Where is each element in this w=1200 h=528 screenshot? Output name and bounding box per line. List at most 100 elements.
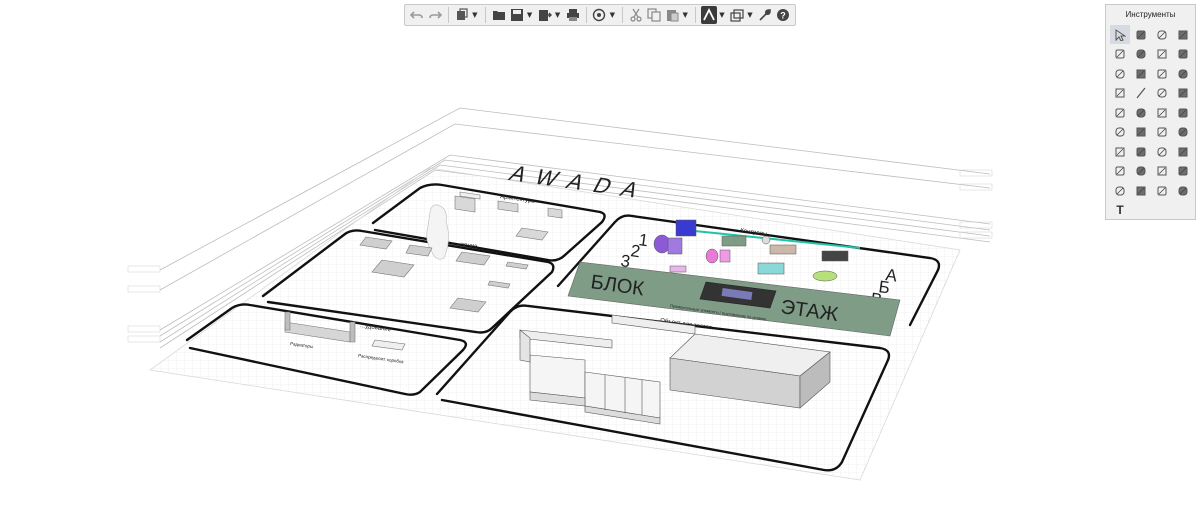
tool-move[interactable]: [1173, 123, 1193, 142]
tool-mirror[interactable]: [1173, 162, 1193, 181]
stair-icon: [1115, 108, 1125, 117]
arc-icon: [1157, 186, 1167, 195]
orbit-button[interactable]: [591, 6, 607, 24]
panel-icon: [1136, 108, 1146, 117]
tool-component[interactable]: [1152, 103, 1172, 122]
eraser-icon: [1115, 69, 1125, 78]
layers-button[interactable]: [729, 6, 745, 24]
views-icon: [456, 8, 468, 20]
camera-icon: [1157, 166, 1167, 176]
paste-dropdown[interactable]: ▼: [681, 6, 689, 24]
tool-window[interactable]: [1173, 64, 1193, 83]
tool-column[interactable]: [1173, 25, 1193, 44]
window-icon: [1178, 69, 1188, 78]
tool-roof[interactable]: [1152, 45, 1172, 64]
views-button[interactable]: [454, 6, 470, 24]
tool-select-arrow[interactable]: [1110, 25, 1130, 44]
grid-icon: [1136, 127, 1146, 137]
settings-button[interactable]: [757, 6, 773, 24]
tool-door[interactable]: [1152, 64, 1172, 83]
door-icon: [1157, 69, 1167, 78]
tool-eraser[interactable]: [1110, 64, 1130, 83]
tool-arc[interactable]: [1152, 181, 1172, 200]
logo-dropdown[interactable]: ▼: [718, 6, 726, 24]
railing-icon: [1115, 88, 1125, 98]
tool-calculator[interactable]: [1110, 162, 1130, 181]
tool-stair[interactable]: [1110, 103, 1130, 122]
help-button[interactable]: ?: [775, 6, 791, 24]
tool-box[interactable]: [1152, 25, 1172, 44]
toolbar-separator: [695, 7, 697, 23]
cut-button[interactable]: [628, 6, 644, 24]
tool-copy-shape[interactable]: [1173, 142, 1193, 161]
paste-icon: [667, 10, 679, 22]
folder-icon: [492, 11, 505, 20]
export-button[interactable]: [537, 6, 553, 24]
select-arrow-icon: [1115, 28, 1126, 41]
group-icon: [1178, 186, 1188, 195]
save-button[interactable]: [509, 6, 525, 24]
toolbar-separator: [622, 7, 624, 23]
tool-pipe[interactable]: [1173, 103, 1193, 122]
tape-icon: [1178, 88, 1188, 98]
tool-image[interactable]: [1110, 181, 1130, 200]
column-icon: [1178, 30, 1188, 39]
scale-icon: [1157, 147, 1167, 156]
scissors-icon: [630, 8, 642, 22]
logo-button[interactable]: [701, 6, 717, 24]
text-tool-icon: T: [1116, 203, 1124, 217]
toolbar-separator: [447, 7, 449, 23]
tool-gear-shape[interactable]: [1131, 162, 1151, 181]
tool-camera[interactable]: [1152, 162, 1172, 181]
layers-icon: [730, 9, 744, 22]
gear-shape-icon: [1136, 166, 1146, 176]
tool-shape[interactable]: [1131, 142, 1151, 161]
save-dropdown[interactable]: ▼: [526, 6, 534, 24]
dimension-icon: [1136, 186, 1146, 195]
tool-panel[interactable]: [1131, 103, 1151, 122]
copy-icon: [647, 8, 661, 22]
pencil-icon: [1178, 49, 1188, 59]
print-button[interactable]: [565, 6, 581, 24]
tool-grid[interactable]: [1131, 123, 1151, 142]
palette-grid: T: [1110, 25, 1193, 220]
toolbar-separator: [484, 7, 486, 23]
tool-hatch[interactable]: [1131, 64, 1151, 83]
copy-button[interactable]: [646, 6, 662, 24]
tool-railing[interactable]: [1110, 84, 1130, 103]
tool-section[interactable]: [1110, 123, 1130, 142]
tool-slab[interactable]: [1131, 45, 1151, 64]
model-viewport[interactable]: AWADA Архитектура ...жение ...удование К…: [0, 0, 1200, 528]
app-logo-icon: [703, 8, 715, 21]
tool-pencil[interactable]: [1173, 45, 1193, 64]
print-icon: [566, 9, 579, 21]
tool-group[interactable]: [1173, 181, 1193, 200]
tool-figure[interactable]: [1152, 84, 1172, 103]
tool-text[interactable]: T: [1110, 201, 1130, 220]
duplicate-icon: [1115, 147, 1125, 156]
tool-orbit-paint[interactable]: [1131, 25, 1151, 44]
component-icon: [1157, 108, 1167, 117]
open-button[interactable]: [491, 6, 507, 24]
shape-icon: [1136, 147, 1146, 156]
orbit-dropdown[interactable]: ▼: [608, 6, 616, 24]
save-icon: [510, 9, 523, 21]
wall-icon: [1115, 49, 1125, 59]
tool-scale[interactable]: [1152, 142, 1172, 161]
svg-text:?: ?: [780, 11, 786, 21]
tool-rotate[interactable]: [1152, 123, 1172, 142]
undo-button[interactable]: [409, 6, 425, 24]
paste-button[interactable]: [664, 6, 680, 24]
tool-wall[interactable]: [1110, 45, 1130, 64]
tool-dimension[interactable]: [1131, 181, 1151, 200]
calculator-icon: [1115, 166, 1125, 176]
slab-icon: [1136, 49, 1146, 59]
tool-tape[interactable]: [1173, 84, 1193, 103]
tool-line[interactable]: [1131, 84, 1151, 103]
rotate-icon: [1157, 127, 1167, 137]
redo-button[interactable]: [427, 6, 443, 24]
views-dropdown[interactable]: ▼: [471, 6, 479, 24]
tool-duplicate[interactable]: [1110, 142, 1130, 161]
layers-dropdown[interactable]: ▼: [746, 6, 754, 24]
export-dropdown[interactable]: ▼: [554, 6, 562, 24]
